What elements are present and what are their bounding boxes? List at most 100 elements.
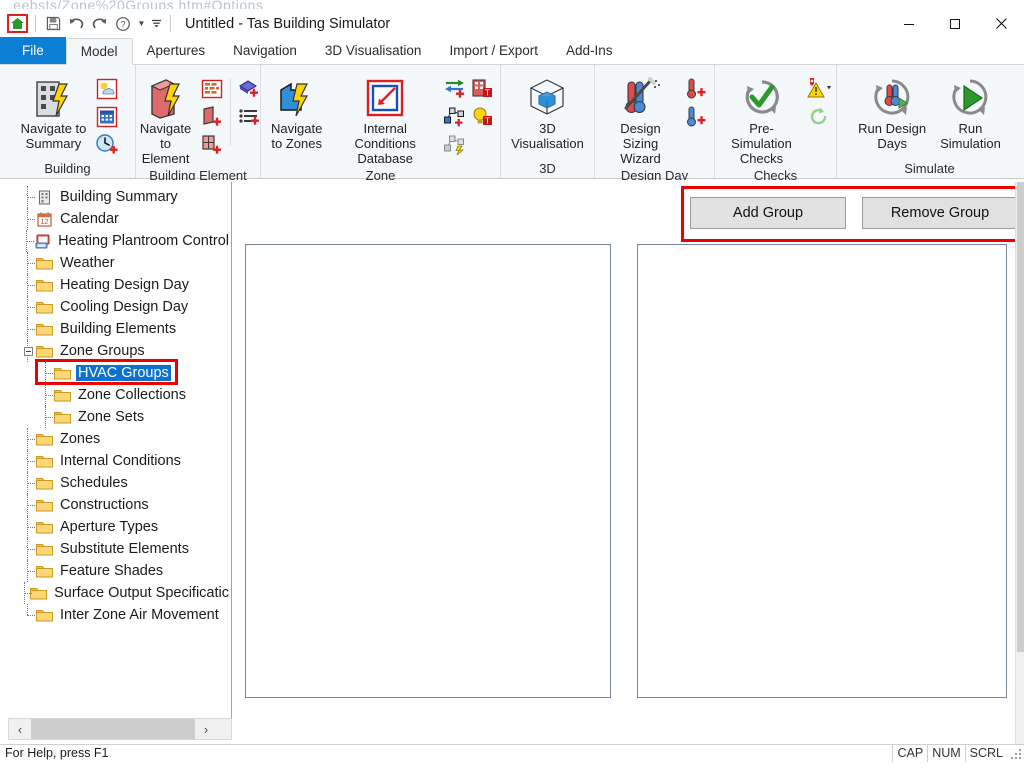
run-design-days-icon	[869, 75, 915, 121]
heating-design-day-icon[interactable]	[684, 76, 710, 102]
aperture-add-icon[interactable]	[199, 132, 225, 158]
refresh-icon[interactable]	[806, 104, 832, 130]
ribbon-group-3d: 3D Visualisation 3D	[500, 65, 594, 178]
tree-item-heating-design-day[interactable]: Heating Design Day	[8, 274, 231, 296]
save-icon[interactable]	[43, 13, 64, 34]
zone-link-icon[interactable]	[442, 132, 468, 158]
design-sizing-wizard-button[interactable]: Design Sizing Wizard	[599, 72, 682, 166]
zone-set-add-icon[interactable]: T	[470, 76, 496, 102]
tree-connector	[20, 472, 36, 494]
pre-simulation-checks-button[interactable]: Pre-Simulation Checks	[719, 72, 804, 166]
tree-item-zones[interactable]: Zones	[8, 428, 231, 450]
background-scrollbar-thumb[interactable]	[1017, 182, 1024, 652]
tree-item-calendar[interactable]: 12 Calendar	[8, 208, 231, 230]
warning-icon[interactable]	[806, 76, 832, 102]
model-tree-pane[interactable]: Building Summary 12 Calendar Heating Plantr…	[8, 182, 232, 723]
tree-item-label: Constructions	[60, 497, 149, 513]
calendar-icon[interactable]	[94, 104, 120, 130]
building-small-buttons	[94, 72, 120, 158]
ribbon-group-title-3d: 3D	[539, 161, 556, 176]
help-dropdown-icon[interactable]: ▼	[135, 13, 148, 34]
air-movement-add-icon[interactable]	[442, 76, 468, 102]
folder-icon	[36, 322, 53, 337]
tree-item-zone-sets[interactable]: Zone Sets	[8, 406, 231, 428]
background-vertical-scrollbar[interactable]	[1015, 182, 1024, 744]
tree-item-inter-zone-air-movement[interactable]: Inter Zone Air Movement	[8, 604, 231, 626]
tree-item-zone-collections[interactable]: Zone Collections	[8, 384, 231, 406]
clock-add-icon[interactable]	[94, 132, 120, 158]
ribbon-group-title-building: Building	[44, 161, 91, 176]
folder-icon	[36, 498, 53, 513]
cooling-design-day-icon[interactable]	[684, 104, 710, 130]
close-icon[interactable]	[978, 9, 1024, 38]
scroll-left-icon[interactable]: ‹	[9, 719, 31, 739]
wall-add-icon[interactable]	[199, 104, 225, 130]
group-members-panel[interactable]	[637, 244, 1007, 698]
navigate-zones-icon	[275, 75, 319, 121]
tab-import-export[interactable]: Import / Export	[435, 37, 552, 64]
minimize-icon[interactable]	[886, 9, 932, 38]
undo-icon[interactable]	[66, 13, 87, 34]
tree-item-aperture-types[interactable]: Aperture Types	[8, 516, 231, 538]
application-window: ...eebsts/Zone%20Groups.htm#Options ? ▼	[0, 0, 1024, 768]
internal-conditions-database-button[interactable]: Internal Conditions Database	[330, 72, 440, 166]
qat-customize-icon[interactable]	[150, 13, 163, 34]
maximize-icon[interactable]	[932, 9, 978, 38]
run-simulation-button[interactable]: Run Simulation	[934, 72, 1007, 151]
tree-connector	[20, 516, 36, 538]
navigate-to-element-button[interactable]: Navigate to Element	[134, 72, 197, 166]
tree-connector	[38, 406, 54, 428]
tree-item-schedules[interactable]: Schedules	[8, 472, 231, 494]
folder-icon	[36, 256, 53, 271]
tree-expander-icon[interactable]	[20, 340, 36, 362]
tree-connector	[38, 362, 54, 384]
tree-connector	[20, 560, 36, 582]
home-icon[interactable]	[7, 14, 28, 33]
tree-item-hvac-groups[interactable]: HVAC Groups	[8, 362, 231, 384]
tree-item-cooling-design-day[interactable]: Cooling Design Day	[8, 296, 231, 318]
tab-apertures[interactable]: Apertures	[133, 37, 220, 64]
weather-icon[interactable]	[94, 76, 120, 102]
tree-item-internal-conditions[interactable]: Internal Conditions	[8, 450, 231, 472]
list-add-icon[interactable]	[236, 104, 262, 130]
tab-file[interactable]: File	[0, 37, 66, 64]
tree-item-building-summary[interactable]: Building Summary	[8, 186, 231, 208]
3d-visualisation-button[interactable]: 3D Visualisation	[505, 72, 590, 151]
lighting-add-icon[interactable]: T	[470, 104, 496, 130]
zone-group-add-icon[interactable]	[442, 104, 468, 130]
tree-connector	[20, 428, 36, 450]
scroll-right-icon[interactable]: ›	[195, 719, 217, 739]
brick-wall-icon[interactable]	[199, 76, 225, 102]
tab-3d-visualisation[interactable]: 3D Visualisation	[311, 37, 436, 64]
title-bar: ? ▼ Untitled - Tas Building Simulator	[0, 9, 1024, 38]
folder-icon	[36, 300, 53, 315]
tree-item-building-elements[interactable]: Building Elements	[8, 318, 231, 340]
folder-icon	[54, 410, 71, 425]
element-add-icon[interactable]	[236, 76, 262, 102]
resize-grip-icon[interactable]	[1010, 746, 1024, 760]
help-icon[interactable]: ?	[112, 13, 133, 34]
scrollbar-thumb[interactable]	[31, 719, 195, 739]
zone-small-buttons-2: T T	[470, 72, 496, 130]
tree-item-weather[interactable]: Weather	[8, 252, 231, 274]
tree-item-zone-groups[interactable]: Zone Groups	[8, 340, 231, 362]
navigate-to-summary-button[interactable]: Navigate to Summary	[15, 72, 93, 151]
group-list-panel[interactable]	[245, 244, 611, 698]
building-element-small-buttons-2	[236, 72, 262, 130]
tree-horizontal-scrollbar[interactable]: ‹ ›	[8, 718, 232, 740]
tab-add-ins[interactable]: Add-Ins	[552, 37, 627, 64]
tab-model[interactable]: Model	[65, 38, 133, 65]
tree-item-feature-shades[interactable]: Feature Shades	[8, 560, 231, 582]
tab-navigation[interactable]: Navigation	[219, 37, 311, 64]
ribbon-tabstrip: File Model Apertures Navigation 3D Visua…	[0, 37, 1024, 65]
tree-item-substitute-elements[interactable]: Substitute Elements	[8, 538, 231, 560]
navigate-to-zones-button[interactable]: Navigate to Zones	[265, 72, 328, 151]
ribbon-group-design-day: Design Sizing Wizard Design Day	[594, 65, 714, 183]
tree-item-surface-output-specificatic[interactable]: Surface Output Specificatic	[8, 582, 231, 604]
run-design-days-button[interactable]: Run Design Days	[852, 72, 932, 151]
tree-item-heating-plantroom-control[interactable]: Heating Plantroom Control	[8, 230, 231, 252]
qat-separator	[35, 15, 36, 32]
tree-item-constructions[interactable]: Constructions	[8, 494, 231, 516]
tree-item-label: Aperture Types	[60, 519, 159, 535]
redo-icon[interactable]	[89, 13, 110, 34]
